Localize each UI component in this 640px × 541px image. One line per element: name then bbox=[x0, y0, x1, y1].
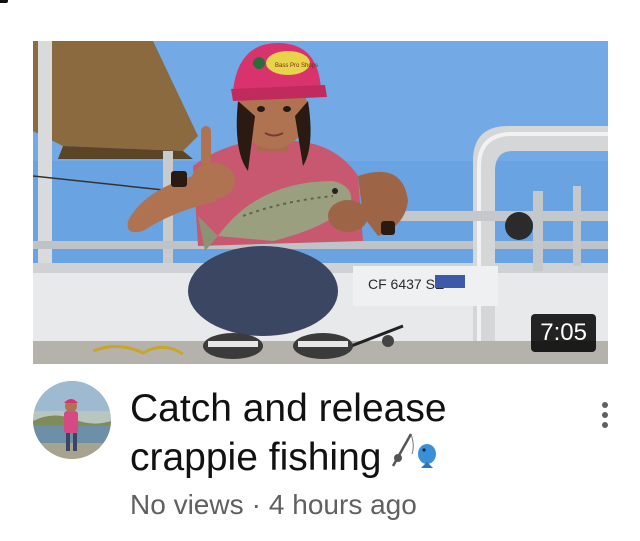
top-bar bbox=[0, 0, 640, 40]
video-meta: No views · 4 hours ago bbox=[130, 488, 417, 522]
view-count: No views bbox=[130, 489, 244, 520]
video-thumbnail[interactable]: CF 6437 SE Bass Pro Shops 7:05 bbox=[33, 41, 608, 364]
cap-logo-text: Bass Pro Shops bbox=[275, 63, 318, 69]
upload-age: 4 hours ago bbox=[268, 489, 417, 520]
duration-badge: 7:05 bbox=[531, 314, 596, 352]
fish-icon bbox=[415, 431, 441, 480]
video-title[interactable]: Catch and release crappie fishing bbox=[130, 384, 560, 484]
channel-avatar[interactable] bbox=[33, 381, 111, 459]
meta-separator: · bbox=[251, 489, 261, 520]
cropped-status-mark bbox=[0, 0, 8, 3]
fishing-pole-icon bbox=[389, 431, 415, 480]
thumbnail-image: CF 6437 SE Bass Pro Shops bbox=[33, 41, 608, 364]
menu-dot bbox=[602, 402, 608, 408]
menu-dot bbox=[602, 412, 608, 418]
more-options-icon[interactable] bbox=[592, 398, 618, 432]
menu-dot bbox=[602, 422, 608, 428]
avatar-image bbox=[33, 381, 111, 459]
boat-registration: CF 6437 SE bbox=[368, 276, 444, 292]
